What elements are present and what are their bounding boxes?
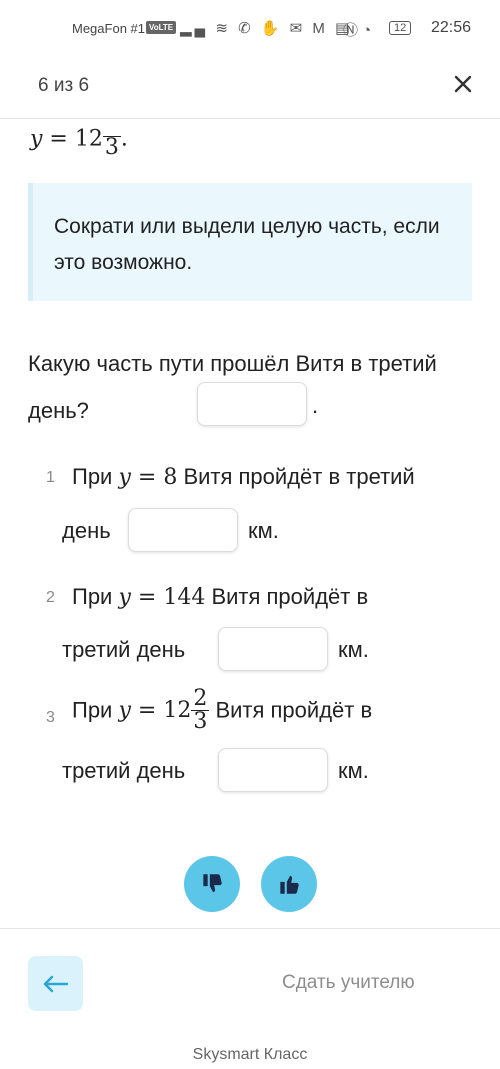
thumbs-up-icon (280, 875, 299, 894)
close-icon-svg (454, 75, 472, 93)
item-text: Витя пройдёт в (215, 697, 373, 723)
fraction-numerator: 2 (191, 686, 210, 711)
answer-field-3[interactable] (218, 748, 328, 792)
item-eq: = 144 (130, 585, 206, 610)
answer-field-2[interactable] (218, 627, 328, 671)
item-line-3: При y = 12 2 3 Витя пройдёт в (72, 688, 372, 733)
unit-label: км. (248, 518, 279, 543)
answer-field-1[interactable] (128, 508, 238, 552)
item-text-b: третий день (62, 637, 186, 662)
item-line-1: При y = 8 Витя пройдёт в третий (72, 464, 415, 490)
item-text: Витя пройдёт в (211, 584, 369, 609)
thumbs-down-icon (203, 874, 222, 893)
item-var: y (118, 585, 131, 610)
fraction-denominator: 3 (193, 709, 208, 734)
item-eq: = 12 (130, 698, 192, 723)
item-text: Витя пройдёт в третий (183, 464, 415, 489)
close-icon[interactable] (453, 70, 473, 101)
item-text-b: третий день (62, 758, 186, 783)
arrow-left-icon (43, 975, 68, 992)
dislike-button[interactable] (184, 856, 240, 912)
status-icons: ▂▄ ≋ ✆ ✋ ✉ M ▤ (180, 20, 353, 37)
submit-to-teacher-button[interactable]: Сдать учителю (282, 972, 415, 994)
formula-eq: = 12 (42, 126, 103, 152)
battery-level: 12 (389, 21, 412, 35)
item-number: 3 (46, 709, 55, 726)
status-bar: MegaFon #1 VoLTE ▂▄ ≋ ✆ ✋ ✉ M ▤ Ⓝ ◔ 12 2… (0, 0, 500, 58)
formula-fragment: y = 1203. (30, 120, 128, 159)
item-var: y (118, 698, 131, 723)
answer-field-main[interactable] (197, 382, 307, 426)
footer-brand: Skysmart Класс (192, 1046, 308, 1063)
item-text-b: день (62, 518, 111, 543)
hint-text: Сократи или выдели целую часть, если это… (54, 215, 440, 274)
formula-end: . (120, 126, 128, 152)
formula-var: y (30, 126, 43, 152)
item-number: 2 (46, 589, 55, 606)
item-fraction: 23 (191, 686, 210, 734)
item-number: 1 (46, 469, 55, 486)
unit-label: км. (338, 637, 369, 662)
back-button[interactable] (28, 956, 83, 1011)
header-divider (0, 118, 500, 119)
item-line-2: При y = 144 Витя пройдёт в (72, 584, 368, 610)
like-button[interactable] (261, 856, 317, 912)
item-var: y (118, 465, 131, 490)
carrier-name: MegaFon #1 (72, 21, 145, 36)
question-period: . (312, 393, 319, 418)
volte-badge: VoLTE (146, 21, 177, 34)
item-prefix: При (72, 697, 113, 723)
item-prefix: При (72, 584, 113, 609)
item-eq: = 8 (130, 465, 178, 490)
task-counter: 6 из 6 (38, 75, 90, 96)
formula-den: 3 (104, 135, 119, 160)
unit-label: км. (338, 758, 369, 783)
bottom-divider (0, 928, 500, 929)
item-prefix: При (72, 464, 113, 489)
clock: 22:56 (431, 19, 472, 36)
nfc-icon: Ⓝ ◔ (343, 22, 372, 39)
